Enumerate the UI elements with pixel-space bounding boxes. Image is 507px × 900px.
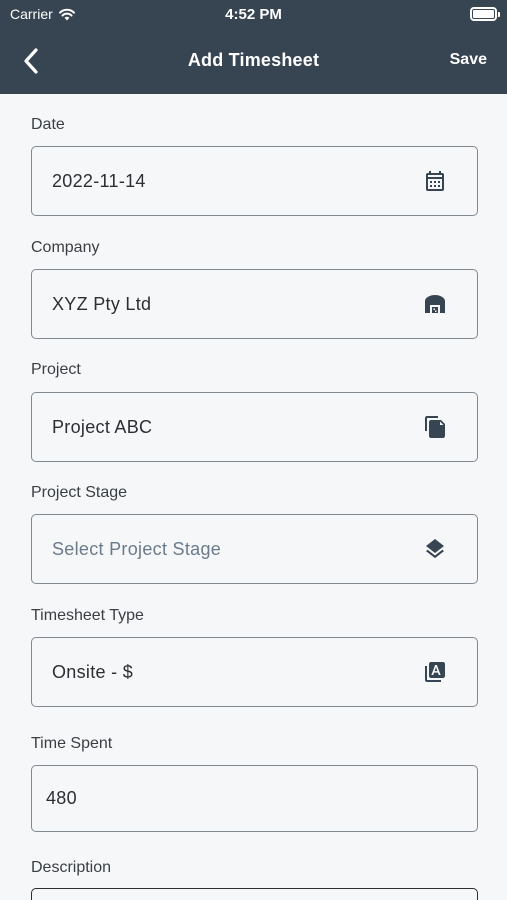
- company-field[interactable]: XYZ Pty Ltd: [31, 269, 478, 339]
- battery-icon: [470, 7, 500, 21]
- file-copy-icon[interactable]: [423, 415, 447, 439]
- calendar-icon[interactable]: [423, 169, 447, 193]
- status-bar: Carrier 4:52 PM: [0, 0, 507, 30]
- description-label: Description: [31, 859, 112, 876]
- date-field[interactable]: 2022-11-14: [31, 146, 478, 216]
- timesheet-type-value: Onsite - $: [52, 661, 134, 682]
- project-value: Project ABC: [52, 416, 153, 437]
- timesheet-type-label: Timesheet Type: [31, 607, 144, 624]
- font-box-icon[interactable]: [423, 660, 447, 684]
- date-value: 2022-11-14: [52, 170, 146, 191]
- project-label: Project: [31, 361, 81, 378]
- project-stage-field[interactable]: Select Project Stage: [31, 514, 478, 584]
- company-label: Company: [31, 239, 100, 256]
- time-spent-field[interactable]: 480: [31, 765, 478, 832]
- description-field[interactable]: [31, 888, 478, 900]
- status-time: 4:52 PM: [225, 6, 282, 23]
- timesheet-form: Date 2022-11-14 Company XYZ Pty Ltd Proj…: [0, 94, 507, 900]
- project-field[interactable]: Project ABC: [31, 392, 478, 462]
- page-title: Add Timesheet: [187, 50, 320, 70]
- timesheet-type-field[interactable]: Onsite - $: [31, 637, 478, 707]
- project-stage-label: Project Stage: [31, 484, 128, 501]
- time-spent-label: Time Spent: [31, 735, 113, 752]
- warehouse-icon[interactable]: [423, 292, 447, 316]
- date-label: Date: [31, 116, 65, 133]
- time-spent-value: 480: [46, 788, 77, 808]
- save-button[interactable]: Save: [450, 51, 487, 69]
- company-value: XYZ Pty Ltd: [52, 293, 152, 314]
- layers-icon[interactable]: [423, 537, 447, 561]
- app-header: Carrier 4:52 PM Add Timesheet Save: [0, 0, 507, 94]
- project-stage-placeholder: Select Project Stage: [52, 538, 222, 559]
